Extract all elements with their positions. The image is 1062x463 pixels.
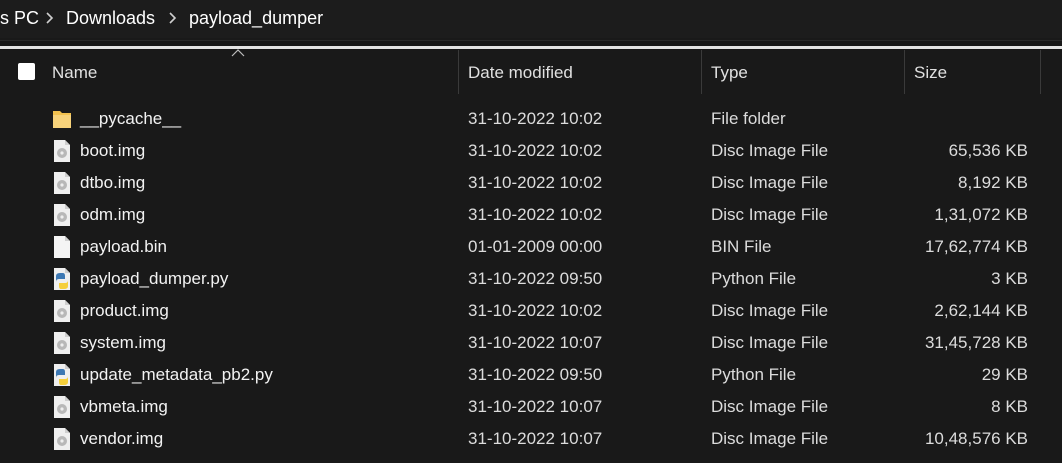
file-list: __pycache__ 31-10-2022 10:02 File folder… [0,103,1062,455]
column-header-date-modified[interactable]: Date modified [468,63,573,83]
file-row[interactable]: __pycache__ 31-10-2022 10:02 File folder [0,103,1062,135]
divider [0,40,1062,41]
breadcrumb: s PC Downloads payload_dumper [0,0,1062,38]
file-size: 1,31,072 KB [934,205,1028,224]
file-type: Disc Image File [711,205,829,224]
file-size: 10,48,576 KB [924,429,1028,448]
column-resize-handle[interactable] [458,50,459,94]
file-row[interactable]: vbmeta.img 31-10-2022 10:07 Disc Image F… [0,391,1062,423]
python-file-icon [54,364,70,386]
file-size: 8,192 KB [958,173,1028,192]
file-name: payload.bin [80,237,167,256]
file-row[interactable]: system.img 31-10-2022 10:07 Disc Image F… [0,327,1062,359]
file-type: Disc Image File [711,173,829,192]
generic-file-icon [54,236,70,258]
disc-image-file-icon [54,300,70,322]
disc-image-file-icon [54,204,70,226]
file-date-modified: 31-10-2022 10:07 [468,397,603,416]
select-all-checkbox[interactable] [18,63,35,80]
column-resize-handle[interactable] [904,50,905,94]
file-row[interactable]: boot.img 31-10-2022 10:02 Disc Image Fil… [0,135,1062,167]
disc-image-file-icon [54,396,70,418]
file-size: 31,45,728 KB [924,333,1028,352]
file-date-modified: 31-10-2022 10:02 [468,205,603,224]
file-row[interactable]: payload.bin 01-01-2009 00:00 BIN File 17… [0,231,1062,263]
file-row[interactable]: odm.img 31-10-2022 10:02 Disc Image File… [0,199,1062,231]
file-size: 8 KB [991,397,1028,416]
file-type: File folder [711,109,786,128]
file-row[interactable]: dtbo.img 31-10-2022 10:02 Disc Image Fil… [0,167,1062,199]
file-name: update_metadata_pb2.py [80,365,273,384]
file-row[interactable]: vendor.img 31-10-2022 10:07 Disc Image F… [0,423,1062,455]
file-size: 29 KB [981,365,1028,384]
file-name: dtbo.img [80,173,146,192]
file-size: 65,536 KB [948,141,1028,160]
file-date-modified: 31-10-2022 10:02 [468,173,603,192]
file-size: 3 KB [991,269,1028,288]
column-resize-handle[interactable] [1040,50,1041,94]
column-header-size[interactable]: Size [914,63,947,83]
file-row[interactable]: product.img 31-10-2022 10:02 Disc Image … [0,295,1062,327]
file-row[interactable]: payload_dumper.py 31-10-2022 09:50 Pytho… [0,263,1062,295]
file-type: Disc Image File [711,301,829,320]
disc-image-file-icon [54,332,70,354]
file-name: odm.img [80,205,146,224]
python-file-icon [54,268,70,290]
file-date-modified: 31-10-2022 10:07 [468,429,603,448]
file-date-modified: 31-10-2022 10:02 [468,301,603,320]
file-type: Disc Image File [711,397,829,416]
file-date-modified: 31-10-2022 09:50 [468,365,603,384]
file-date-modified: 31-10-2022 10:02 [468,109,603,128]
column-header-name[interactable]: Name [52,63,97,83]
chevron-right-icon[interactable] [44,11,54,25]
disc-image-file-icon [54,140,70,162]
disc-image-file-icon [54,172,70,194]
chevron-right-icon[interactable] [167,11,177,25]
file-name: vendor.img [80,429,164,448]
file-size: 17,62,774 KB [924,237,1028,256]
file-name: vbmeta.img [80,397,168,416]
column-header-type[interactable]: Type [711,63,748,83]
file-name: boot.img [80,141,146,160]
file-explorer-window: s PC Downloads payload_dumper Name Date … [0,0,1062,463]
file-name: product.img [80,301,169,320]
file-name: payload_dumper.py [80,269,229,288]
file-type: Python File [711,269,797,288]
folder-icon [53,111,71,128]
sort-ascending-icon [231,49,245,57]
breadcrumb-item-payload-dumper[interactable]: payload_dumper [189,8,323,29]
file-date-modified: 31-10-2022 10:02 [468,141,603,160]
file-size: 2,62,144 KB [934,301,1028,320]
file-date-modified: 31-10-2022 10:07 [468,333,603,352]
file-type: Disc Image File [711,333,829,352]
file-type: Disc Image File [711,429,829,448]
column-resize-handle[interactable] [701,50,702,94]
file-name: __pycache__ [80,109,182,128]
file-type: BIN File [711,237,772,256]
file-type: Python File [711,365,797,384]
file-type: Disc Image File [711,141,829,160]
file-date-modified: 01-01-2009 00:00 [468,237,603,256]
file-row[interactable]: update_metadata_pb2.py 31-10-2022 09:50 … [0,359,1062,391]
breadcrumb-item-downloads[interactable]: Downloads [66,8,155,29]
file-name: system.img [80,333,166,352]
file-date-modified: 31-10-2022 09:50 [468,269,603,288]
breadcrumb-item-this-pc[interactable]: s PC [0,8,39,29]
disc-image-file-icon [54,428,70,450]
